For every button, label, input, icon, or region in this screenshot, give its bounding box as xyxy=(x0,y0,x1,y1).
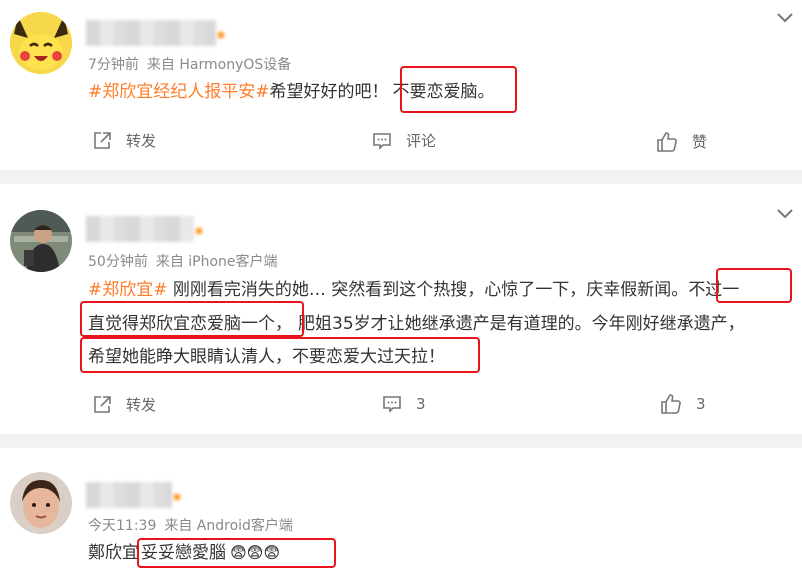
hashtag-link[interactable]: #郑欣宜经纪人报平安# xyxy=(88,82,270,102)
comment-icon xyxy=(373,132,391,150)
post-meta: 7分钟前 来自 HarmonyOS设备 xyxy=(88,54,291,74)
post-text-part: 刚刚看完消失的她… 突然看到这个热搜，心惊了一下，庆幸假新闻。 xyxy=(167,280,689,300)
repost-label: 转发 xyxy=(126,132,157,150)
post-meta: 今天11:39 来自 Android客户端 xyxy=(88,515,293,535)
repost-icon xyxy=(94,131,111,149)
avatar-pikachu[interactable] xyxy=(10,12,72,74)
post-text-part: 鄭欣宜 xyxy=(88,543,139,563)
post-text-part: 肥姐35岁才让她继承遗产是有道理的。今年刚好继承遗产， xyxy=(298,314,745,334)
post-time[interactable]: 50分钟前 xyxy=(88,254,148,270)
highlight-box xyxy=(80,301,304,337)
repost-label: 转发 xyxy=(126,396,157,414)
comment-count: 3 xyxy=(416,395,426,413)
post-2: 50分钟前 来自 iPhone客户端 #郑欣宜# 刚刚看完消失的她… 突然看到这个… xyxy=(0,184,802,434)
post-1: 7分钟前 来自 HarmonyOS设备 #郑欣宜经纪人报平安#希望好好的吧！ 不要恋… xyxy=(0,0,802,170)
like-icon xyxy=(661,394,681,414)
post-source: 来自 HarmonyOS设备 xyxy=(146,57,292,73)
hashtag-link[interactable]: #郑欣宜# xyxy=(88,280,168,300)
repost-button[interactable]: 转发 xyxy=(92,130,156,151)
avatar-girl[interactable] xyxy=(10,472,72,534)
comment-label: 评论 xyxy=(406,132,437,150)
like-button[interactable]: 赞 xyxy=(656,131,707,152)
username-blurred[interactable] xyxy=(86,482,180,508)
chevron-down-icon[interactable] xyxy=(776,12,794,24)
separator xyxy=(0,170,802,184)
comment-button[interactable]: 3 xyxy=(382,394,426,414)
comment-button[interactable]: 评论 xyxy=(372,130,436,151)
username-blurred[interactable] xyxy=(86,216,202,242)
like-icon xyxy=(657,131,677,152)
like-button[interactable]: 3 xyxy=(660,394,706,414)
like-label: 赞 xyxy=(692,133,708,151)
highlight-box xyxy=(716,268,792,303)
post-text-part: 希望好好的吧！ xyxy=(269,82,389,102)
highlight-box xyxy=(400,66,517,113)
post-time[interactable]: 今天11:39 xyxy=(88,518,156,534)
avatar-man[interactable] xyxy=(10,210,72,272)
repost-icon xyxy=(94,395,111,413)
chevron-down-icon[interactable] xyxy=(776,208,794,220)
highlight-box xyxy=(137,538,336,568)
repost-button[interactable]: 转发 xyxy=(92,394,156,415)
post-meta: 50分钟前 来自 iPhone客户端 xyxy=(88,251,278,271)
highlight-box xyxy=(80,337,480,373)
like-count: 3 xyxy=(696,395,706,413)
username-blurred[interactable] xyxy=(86,20,224,46)
comment-icon xyxy=(383,396,401,413)
post-text-line-1: #郑欣宜# 刚刚看完消失的她… 突然看到这个热搜，心惊了一下，庆幸假新闻。不过一 xyxy=(88,280,739,300)
post-3: 今天11:39 来自 Android客户端 鄭欣宜 妥妥戀愛腦 😨😨😨 xyxy=(0,448,802,573)
post-source: 来自 iPhone客户端 xyxy=(155,254,278,270)
separator xyxy=(0,434,802,448)
post-time[interactable]: 7分钟前 xyxy=(88,57,139,73)
post-source: 来自 Android客户端 xyxy=(164,518,293,534)
